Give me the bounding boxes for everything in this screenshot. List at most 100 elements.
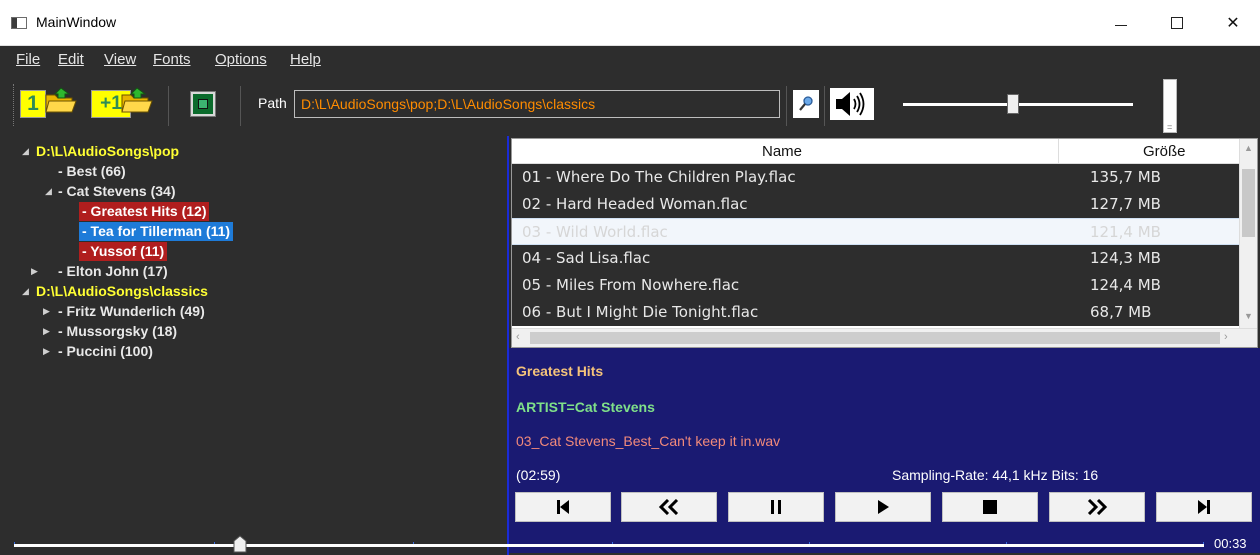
pause-button[interactable]: [728, 492, 824, 522]
collapsed-arrow-icon[interactable]: ▶: [43, 342, 50, 361]
scroll-up-icon[interactable]: ▲: [1244, 143, 1253, 153]
fast-forward-icon: [1087, 499, 1108, 515]
table-row[interactable]: 04 - Sad Lisa.flac 124,3 MB: [512, 245, 1239, 272]
table-row-selected[interactable]: 03 - Wild World.flac 121,4 MB: [512, 218, 1239, 245]
search-icon: [799, 96, 813, 111]
folder-add-icon: [121, 87, 153, 113]
toolbar-mini-scroll[interactable]: [1163, 79, 1177, 133]
track-name: 01 - Where Do The Children Play.flac: [522, 168, 796, 186]
track-name: 05 - Miles From Nowhere.flac: [522, 276, 740, 294]
track-size: 124,4 MB: [1090, 276, 1161, 294]
expanded-arrow-icon[interactable]: ◢: [45, 182, 52, 201]
app-body: File Edit View Fonts Options Help 1 +1 P…: [0, 46, 1260, 555]
stop-button[interactable]: [942, 492, 1038, 522]
path-label: Path: [258, 95, 287, 111]
track-size: 121,4 MB: [1090, 223, 1161, 241]
table-body: 01 - Where Do The Children Play.flac 135…: [512, 164, 1239, 326]
fast-forward-button[interactable]: [1049, 492, 1145, 522]
app-window-icon: [11, 17, 27, 29]
artist-tag: ARTIST=Cat Stevens: [516, 399, 655, 415]
scrollbar-thumb[interactable]: [1242, 169, 1255, 237]
table-header: Name Größe: [512, 139, 1239, 164]
track-size: 135,7 MB: [1090, 168, 1161, 186]
tree-item-cat-stevens[interactable]: - Cat Stevens (34): [55, 182, 178, 201]
pause-icon: [771, 500, 781, 514]
toolbar-grip[interactable]: [13, 84, 16, 126]
expanded-arrow-icon[interactable]: ◢: [22, 142, 29, 161]
skip-to-start-button[interactable]: [515, 492, 611, 522]
stop-icon: [983, 500, 997, 514]
menu-edit[interactable]: Edit: [58, 51, 84, 68]
tree-item-yussof[interactable]: - Yussof (11): [79, 242, 168, 261]
menu-options[interactable]: Options: [215, 51, 267, 68]
minimize-button[interactable]: [1093, 0, 1149, 46]
toolbar-separator: [168, 86, 169, 126]
scroll-down-icon[interactable]: ▼: [1244, 311, 1253, 321]
table-row[interactable]: 06 - But I Might Die Tonight.flac 68,7 M…: [512, 299, 1239, 326]
tree-item-tea-for-tillerman[interactable]: - Tea for Tillerman (11): [79, 222, 234, 241]
table-row[interactable]: 01 - Where Do The Children Play.flac 135…: [512, 164, 1239, 191]
folder-open-icon: [45, 87, 77, 113]
maximize-button[interactable]: [1149, 0, 1205, 46]
toolbar-separator: [824, 86, 825, 126]
collapsed-arrow-icon[interactable]: ▶: [43, 322, 50, 341]
menu-bar: File Edit View Fonts Options Help: [0, 46, 1260, 72]
maximize-icon: [1171, 17, 1183, 29]
column-header-name[interactable]: Name: [762, 143, 802, 160]
search-button[interactable]: [793, 90, 819, 118]
collapsed-arrow-icon[interactable]: ▶: [31, 262, 38, 281]
menu-help[interactable]: Help: [290, 51, 321, 68]
seek-slider-thumb[interactable]: [233, 535, 247, 553]
rewind-icon: [658, 499, 679, 515]
tree-root-pop[interactable]: D:\L\AudioSongs\pop: [33, 142, 182, 161]
stop-scan-button[interactable]: [190, 91, 216, 117]
close-icon: ✕: [1226, 15, 1240, 32]
tree-item-elton-john[interactable]: - Elton John (17): [55, 262, 171, 281]
close-button[interactable]: ✕: [1205, 0, 1260, 46]
scroll-right-icon[interactable]: ›: [1224, 331, 1228, 343]
tree-root-classics[interactable]: D:\L\AudioSongs\classics: [33, 282, 211, 301]
track-size: 127,7 MB: [1090, 195, 1161, 213]
play-button[interactable]: [835, 492, 931, 522]
track-name: 02 - Hard Headed Woman.flac: [522, 195, 748, 213]
album-title: Greatest Hits: [516, 363, 604, 379]
tree-item-puccini[interactable]: - Puccini (100): [55, 342, 156, 361]
elapsed-time: 00:33: [1214, 536, 1247, 551]
track-table: Name Größe 01 - Where Do The Children Pl…: [511, 138, 1258, 348]
track-name: 04 - Sad Lisa.flac: [522, 249, 651, 267]
expanded-arrow-icon[interactable]: ◢: [22, 282, 29, 301]
rewind-button[interactable]: [621, 492, 717, 522]
seek-slider-track[interactable]: [14, 544, 1204, 547]
current-file: 03_Cat Stevens_Best_Can't keep it in.wav: [516, 433, 781, 449]
track-size: 68,7 MB: [1090, 303, 1152, 321]
table-row[interactable]: 02 - Hard Headed Woman.flac 127,7 MB: [512, 191, 1239, 218]
table-horizontal-scrollbar[interactable]: ‹ ›: [512, 328, 1257, 347]
menu-view[interactable]: View: [104, 51, 136, 68]
menu-fonts[interactable]: Fonts: [153, 51, 191, 68]
scroll-left-icon[interactable]: ‹: [516, 331, 520, 343]
tree-item-best[interactable]: - Best (66): [55, 162, 129, 181]
minimize-icon: [1115, 24, 1127, 26]
skip-to-end-icon: [1198, 500, 1210, 514]
menu-file[interactable]: File: [16, 51, 40, 68]
mute-button[interactable]: [830, 88, 874, 120]
tree-item-fritz-wunderlich[interactable]: - Fritz Wunderlich (49): [55, 302, 208, 321]
table-vertical-scrollbar[interactable]: ▲ ▼: [1239, 139, 1257, 329]
scrollbar-thumb[interactable]: [530, 332, 1220, 344]
path-input[interactable]: D:\L\AudioSongs\pop;D:\L\AudioSongs\clas…: [294, 90, 780, 118]
tree-item-greatest-hits[interactable]: - Greatest Hits (12): [79, 202, 210, 221]
track-size: 124,3 MB: [1090, 249, 1161, 267]
play-icon: [878, 500, 889, 514]
window-title: MainWindow: [36, 14, 117, 30]
volume-slider-thumb[interactable]: [1007, 94, 1020, 114]
folder-tree: ◢ D:\L\AudioSongs\pop - Best (66) ◢ - Ca…: [12, 142, 502, 542]
skip-to-end-button[interactable]: [1156, 492, 1252, 522]
open-one-folder-button[interactable]: 1: [20, 90, 46, 118]
tree-item-mussorgsky[interactable]: - Mussorgsky (18): [55, 322, 180, 341]
toolbar-separator: [240, 86, 241, 126]
track-name: 03 - Wild World.flac: [522, 223, 668, 241]
table-row[interactable]: 05 - Miles From Nowhere.flac 124,4 MB: [512, 272, 1239, 299]
column-header-size[interactable]: Größe: [1143, 143, 1186, 160]
column-divider[interactable]: [1058, 139, 1059, 164]
collapsed-arrow-icon[interactable]: ▶: [43, 302, 50, 321]
